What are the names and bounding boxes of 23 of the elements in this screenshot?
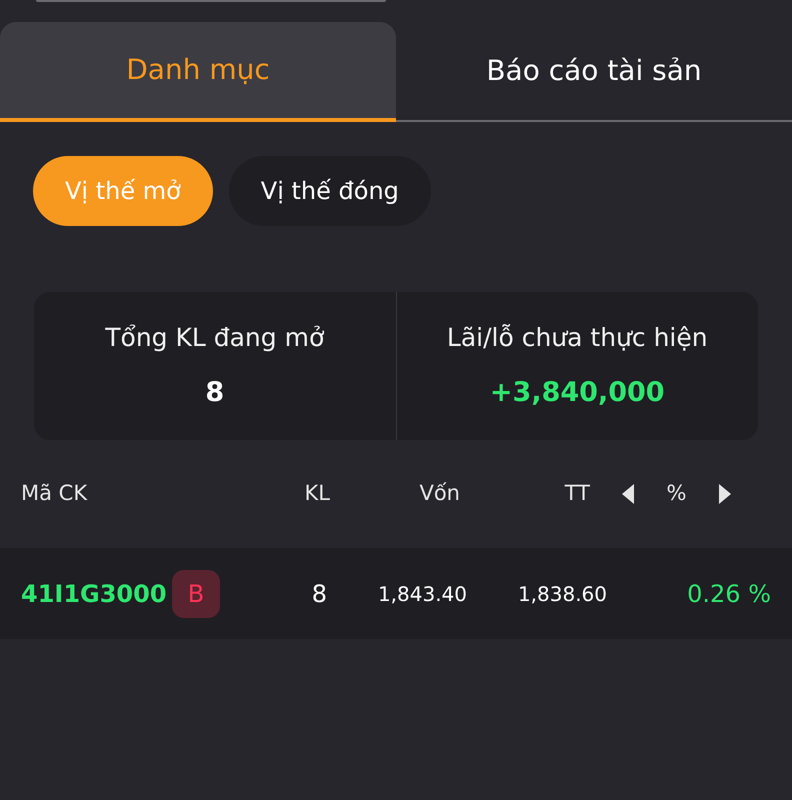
column-header: TT [564, 480, 590, 508]
filter-pill[interactable]: Vị thế đóng [228, 156, 431, 226]
summary-value: 8 [205, 376, 224, 410]
left-triangle-icon [622, 484, 634, 504]
right-triangle-icon [719, 484, 731, 504]
side-badge: B [172, 570, 220, 618]
previous-button[interactable] [622, 484, 634, 504]
summary-label: Lãi/lỗ chưa thực hiện [446, 322, 708, 354]
tab[interactable]: Danh mục [0, 22, 396, 122]
summary-value: +3,840,000 [490, 376, 665, 410]
table-row[interactable]: 41I1G3000 B 8 1,843.40 1,838.60 0.26 % [0, 548, 792, 639]
column-header: KL [304, 480, 330, 508]
column-header: Mã CK [20, 480, 88, 508]
table-cell-text: 1,843.40 [376, 580, 467, 608]
symbol-cell-text: 41I1G3000 [20, 578, 168, 610]
table-cell-text: 8 [310, 578, 327, 610]
tab[interactable]: Báo cáo tài sản [396, 22, 792, 122]
column-header: % [666, 480, 688, 508]
summary-label: Tổng KL đang mở [105, 322, 324, 354]
column-header: Vốn [418, 480, 460, 508]
table-cell-text: 1,838.60 [516, 580, 607, 608]
percent-cell-text: 0.26 % [686, 578, 772, 610]
next-button[interactable] [719, 484, 731, 504]
